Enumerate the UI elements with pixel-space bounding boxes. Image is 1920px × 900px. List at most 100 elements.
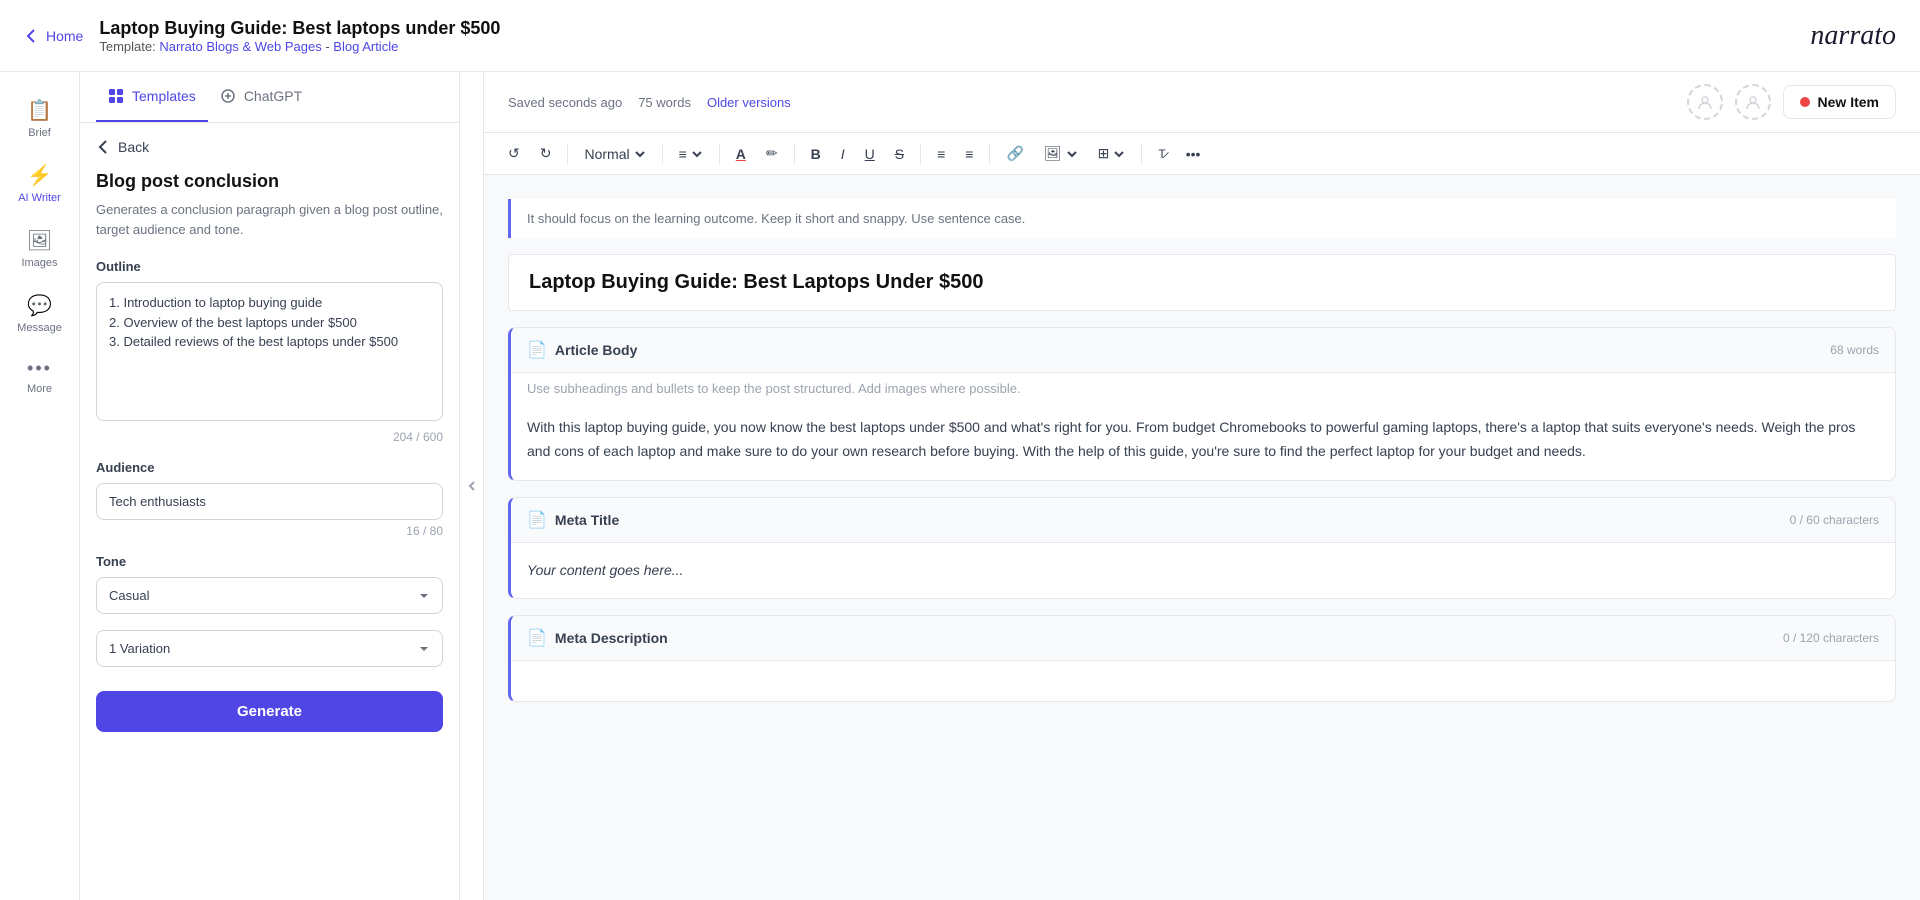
table-select[interactable]: ⊞ bbox=[1090, 141, 1134, 166]
audience-input[interactable] bbox=[96, 483, 443, 520]
new-item-label: New Item bbox=[1818, 94, 1879, 110]
format-chevron-icon bbox=[634, 148, 646, 160]
clear-format-button[interactable]: T̷ bbox=[1150, 143, 1173, 165]
toolbar-divider-1 bbox=[567, 144, 568, 164]
sidebar-label-more: More bbox=[27, 383, 52, 395]
panel-tabs: Templates ChatGPT bbox=[80, 72, 459, 123]
undo-button[interactable]: ↺ bbox=[500, 141, 528, 166]
template-link-1[interactable]: Narrato Blogs & Web Pages bbox=[159, 39, 321, 54]
bullet-list-icon: ≡ bbox=[937, 146, 945, 162]
tone-field-group: Tone Casual Formal Friendly Professional bbox=[96, 554, 443, 614]
sidebar-item-message[interactable]: 💬 Message bbox=[4, 283, 76, 344]
tab-chatgpt[interactable]: ChatGPT bbox=[208, 72, 314, 122]
page-title: Laptop Buying Guide: Best laptops under … bbox=[99, 18, 500, 39]
more-options-icon: ••• bbox=[1186, 146, 1201, 162]
meta-desc-section: 📄 Meta Description 0 / 120 characters bbox=[508, 615, 1896, 702]
generate-button[interactable]: Generate bbox=[96, 691, 443, 732]
format-select[interactable]: Normal bbox=[576, 142, 653, 166]
editor-status: Saved seconds ago 75 words Older version… bbox=[508, 95, 791, 110]
avatar-placeholder-1 bbox=[1687, 84, 1723, 120]
sidebar-label-ai-writer: AI Writer bbox=[18, 192, 61, 204]
page-title-block: Laptop Buying Guide: Best laptops under … bbox=[99, 18, 500, 54]
article-body-word-count: 68 words bbox=[1830, 343, 1879, 357]
meta-title-title: Meta Title bbox=[555, 512, 619, 528]
bullet-list-button[interactable]: ≡ bbox=[929, 142, 953, 166]
template-label: Template: bbox=[99, 39, 155, 54]
align-select[interactable]: ≡ bbox=[671, 142, 711, 166]
panel: Templates ChatGPT Back Blog post conclus… bbox=[80, 72, 460, 900]
outline-textarea[interactable] bbox=[96, 282, 443, 421]
sidebar-item-more[interactable]: ••• More bbox=[4, 348, 76, 405]
meta-title-section: 📄 Meta Title 0 / 60 characters Your cont… bbox=[508, 497, 1896, 600]
align-icon: ≡ bbox=[679, 146, 687, 162]
more-options-button[interactable]: ••• bbox=[1178, 142, 1209, 166]
redo-button[interactable]: ↻ bbox=[532, 141, 560, 166]
title-block: Laptop Buying Guide: Best Laptops Under … bbox=[508, 254, 1896, 311]
sidebar-item-brief[interactable]: 📋 Brief bbox=[4, 88, 76, 149]
underline-button[interactable]: U bbox=[857, 142, 883, 166]
article-body-text: With this laptop buying guide, you now k… bbox=[527, 416, 1879, 464]
collapse-panel-button[interactable] bbox=[460, 72, 484, 900]
editor-topbar: Saved seconds ago 75 words Older version… bbox=[484, 72, 1920, 133]
font-color-button[interactable]: A bbox=[728, 142, 754, 166]
editor-hint-text: It should focus on the learning outcome.… bbox=[527, 211, 1025, 226]
format-label: Normal bbox=[584, 146, 629, 162]
underline-icon: U bbox=[865, 146, 875, 162]
meta-desc-header-left: 📄 Meta Description bbox=[527, 628, 668, 648]
strikethrough-button[interactable]: S bbox=[887, 142, 912, 166]
meta-title-char-count: 0 / 60 characters bbox=[1790, 513, 1879, 527]
back-button[interactable]: Back bbox=[96, 139, 443, 155]
numbered-list-icon: ≡ bbox=[965, 146, 973, 162]
tab-templates[interactable]: Templates bbox=[96, 72, 208, 122]
sidebar-item-ai-writer[interactable]: ⚡ AI Writer bbox=[4, 153, 76, 214]
home-link[interactable]: Home bbox=[24, 28, 83, 44]
meta-desc-body[interactable] bbox=[511, 661, 1895, 701]
tone-label: Tone bbox=[96, 554, 443, 569]
meta-title-body[interactable]: Your content goes here... bbox=[511, 543, 1895, 599]
sidebar-item-images[interactable]: 🖼 Images bbox=[4, 218, 76, 279]
logo: narrato bbox=[1810, 20, 1896, 52]
meta-desc-header: 📄 Meta Description 0 / 120 characters bbox=[511, 616, 1895, 661]
template-link-2[interactable]: Blog Article bbox=[333, 39, 398, 54]
audience-label: Audience bbox=[96, 460, 443, 475]
new-item-button[interactable]: New Item bbox=[1783, 85, 1896, 119]
audience-char-count: 16 / 80 bbox=[96, 524, 443, 538]
tone-select[interactable]: Casual Formal Friendly Professional bbox=[96, 577, 443, 614]
meta-title-icon: 📄 bbox=[527, 510, 547, 530]
bold-button[interactable]: B bbox=[803, 142, 829, 166]
template-title: Blog post conclusion bbox=[96, 171, 443, 192]
numbered-list-button[interactable]: ≡ bbox=[957, 142, 981, 166]
older-versions-link[interactable]: Older versions bbox=[707, 95, 791, 110]
strikethrough-icon: S bbox=[895, 146, 904, 162]
article-body-hint: Use subheadings and bullets to keep the … bbox=[511, 373, 1895, 400]
toolbar-divider-5 bbox=[920, 144, 921, 164]
image-select[interactable]: 🖼 bbox=[1036, 141, 1086, 166]
outline-field-group: Outline 204 / 600 bbox=[96, 259, 443, 444]
italic-button[interactable]: I bbox=[833, 142, 853, 166]
image-chevron-icon bbox=[1066, 148, 1078, 160]
article-body-content[interactable]: With this laptop buying guide, you now k… bbox=[511, 400, 1895, 480]
font-color-icon: A bbox=[736, 146, 746, 162]
tab-templates-label: Templates bbox=[132, 88, 196, 104]
article-body-icon: 📄 bbox=[527, 340, 547, 360]
home-label: Home bbox=[46, 28, 83, 44]
toolbar-divider-3 bbox=[719, 144, 720, 164]
editor-hint-block: It should focus on the learning outcome.… bbox=[508, 199, 1896, 238]
italic-icon: I bbox=[841, 146, 845, 162]
article-body-section: 📄 Article Body 68 words Use subheadings … bbox=[508, 327, 1896, 481]
images-icon: 🖼 bbox=[27, 228, 52, 253]
image-icon: 🖼 bbox=[1044, 145, 1062, 162]
toolbar: ↺ ↻ Normal ≡ A ✏ bbox=[484, 133, 1920, 175]
word-count: 75 words bbox=[638, 95, 691, 110]
link-button[interactable]: 🔗 bbox=[998, 141, 1031, 166]
variation-select[interactable]: 1 Variation 2 Variations 3 Variations bbox=[96, 630, 443, 667]
top-header: Home Laptop Buying Guide: Best laptops u… bbox=[0, 0, 1920, 72]
bold-icon: B bbox=[811, 146, 821, 162]
meta-title-placeholder: Your content goes here... bbox=[527, 559, 1879, 583]
audience-field-group: Audience 16 / 80 bbox=[96, 460, 443, 538]
saved-status: Saved seconds ago bbox=[508, 95, 622, 110]
highlight-button[interactable]: ✏ bbox=[758, 141, 786, 166]
sidebar-label-brief: Brief bbox=[28, 127, 51, 139]
toolbar-divider-6 bbox=[989, 144, 990, 164]
outline-char-count: 204 / 600 bbox=[96, 430, 443, 444]
